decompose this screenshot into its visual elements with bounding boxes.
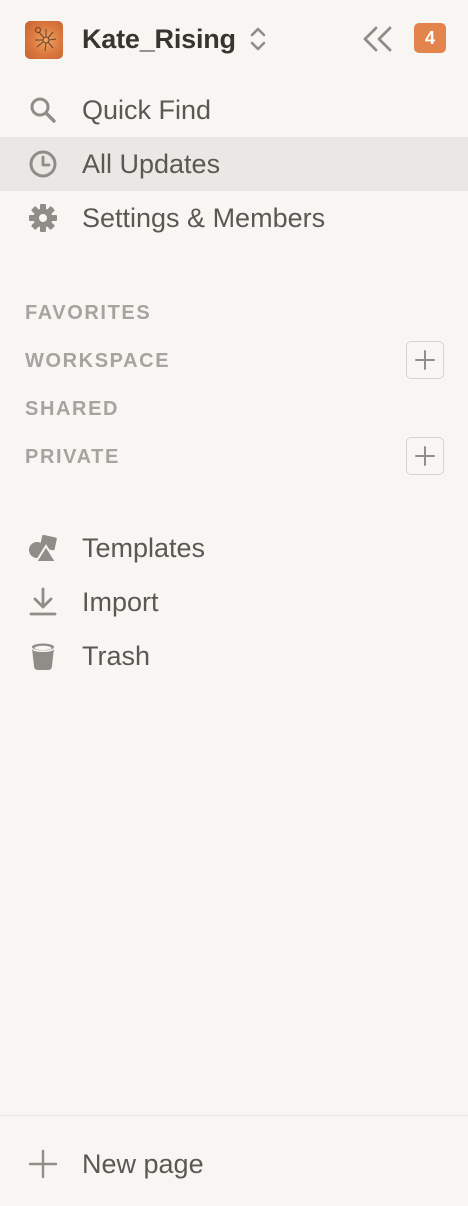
new-page-label: New page: [82, 1149, 204, 1179]
nav-label-all-updates: All Updates: [82, 149, 221, 179]
chevron-up-down-icon[interactable]: [247, 24, 269, 54]
section-label-private: PRIVATE: [25, 446, 120, 468]
section-label-favorites: FAVORITES: [25, 302, 152, 324]
templates-icon: [26, 533, 60, 563]
section-private[interactable]: PRIVATE: [0, 435, 468, 479]
search-icon: [26, 95, 60, 125]
nav-label-trash: Trash: [82, 641, 151, 671]
double-chevron-left-icon[interactable]: [360, 24, 396, 54]
nav-label-quick-find: Quick Find: [82, 95, 212, 125]
workspace-name[interactable]: Kate_Rising: [82, 22, 236, 56]
workspace-avatar: [25, 21, 63, 59]
section-shared[interactable]: SHARED: [0, 387, 468, 431]
section-workspace[interactable]: WORKSPACE: [0, 339, 468, 383]
gear-icon: [26, 203, 60, 233]
nav-label-templates: Templates: [82, 533, 206, 563]
section-favorites[interactable]: FAVORITES: [0, 291, 468, 335]
nav-item-templates[interactable]: Templates: [0, 521, 468, 575]
nav-item-settings[interactable]: Settings & Members: [0, 191, 468, 245]
section-label-shared: SHARED: [25, 398, 120, 420]
trash-icon: [26, 641, 60, 671]
nav-label-import: Import: [82, 587, 159, 617]
workspace-header[interactable]: Kate_Rising 4: [0, 0, 468, 80]
notification-badge[interactable]: 4: [414, 23, 446, 53]
add-workspace-page-button[interactable]: [406, 341, 444, 379]
download-icon: [26, 587, 60, 617]
plus-icon: [415, 350, 435, 370]
add-private-page-button[interactable]: [406, 437, 444, 475]
clock-icon: [26, 149, 60, 179]
sidebar: Kate_Rising 4 Quick Find All Updates Set…: [0, 0, 468, 1206]
nav-item-trash[interactable]: Trash: [0, 629, 468, 683]
nav-item-quick-find[interactable]: Quick Find: [0, 83, 468, 137]
plus-icon: [415, 446, 435, 466]
nav-item-all-updates[interactable]: All Updates: [0, 137, 468, 191]
new-page-button[interactable]: New page: [0, 1115, 468, 1206]
section-label-workspace: WORKSPACE: [25, 350, 171, 372]
plus-icon: [26, 1149, 60, 1179]
nav-item-import[interactable]: Import: [0, 575, 468, 629]
nav-label-settings: Settings & Members: [82, 203, 326, 233]
